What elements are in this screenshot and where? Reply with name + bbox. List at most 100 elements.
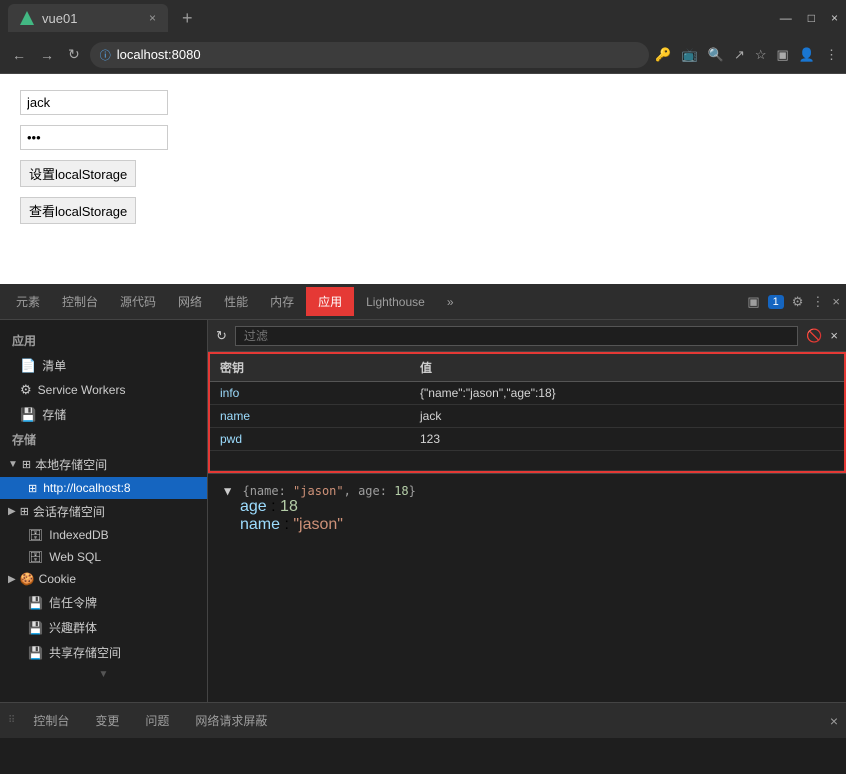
maximize-button[interactable]: □ (808, 11, 815, 25)
password-input[interactable] (20, 125, 168, 150)
address-box[interactable]: ⓘ localhost:8080 (90, 42, 650, 68)
refresh-button[interactable]: ↻ (64, 42, 84, 67)
address-text: localhost:8080 (117, 47, 201, 62)
sidebar-item-indexeddb[interactable]: 🗄 IndexedDB (0, 524, 207, 546)
forward-button[interactable]: → (36, 43, 58, 67)
new-tab-button[interactable]: + (176, 8, 199, 29)
bottom-tab-changes[interactable]: 变更 (83, 706, 131, 735)
profile-icon[interactable]: 👤 (799, 47, 815, 63)
bottom-close-icon[interactable]: × (830, 713, 838, 729)
bottom-tab-console[interactable]: 控制台 (21, 706, 81, 735)
local-storage-group[interactable]: ▼ ⊞ 本地存储空间 (0, 452, 207, 477)
preview-name-row: name : "jason" (240, 516, 830, 534)
get-localstorage-button[interactable]: 查看localStorage (20, 197, 136, 224)
tab-lighthouse[interactable]: Lighthouse (356, 289, 435, 315)
set-localstorage-button[interactable]: 设置localStorage (20, 160, 136, 187)
more-tabs-button[interactable]: » (437, 289, 464, 315)
name-input[interactable] (20, 90, 168, 115)
preview-age-key: age (240, 498, 267, 515)
sidebar-toggle-icon[interactable]: ▣ (777, 47, 789, 63)
sidebar-item-websql[interactable]: 🗄 Web SQL (0, 546, 207, 568)
cookie-group[interactable]: ▶ 🍪 Cookie (0, 568, 207, 590)
table-row[interactable]: name jack (210, 405, 844, 428)
preview-expanded: age : 18 name : "jason" (224, 498, 830, 534)
devtools-close-icon[interactable]: × (832, 294, 840, 309)
sidebar-item-localhost[interactable]: ⊞ http://localhost:8 (0, 477, 207, 499)
preview-name-string: "jason" (293, 516, 343, 533)
table-row[interactable]: pwd 123 (210, 428, 844, 451)
shared-icon: 💾 (28, 646, 43, 660)
local-storage-label: 本地存储空间 (35, 456, 107, 473)
sidebar-item-shared-storage[interactable]: 💾 共享存储空间 (0, 640, 207, 665)
preview-obj-label: {name: (242, 484, 293, 498)
cell-key-0: info (210, 382, 410, 404)
filter-refresh-button[interactable]: ↻ (216, 328, 227, 344)
filter-close-icon[interactable]: × (830, 328, 838, 343)
websql-icon: 🗄 (28, 550, 43, 564)
service-workers-icon: ⚙ (20, 382, 32, 398)
websql-label: Web SQL (49, 550, 101, 564)
share-icon: ↗ (734, 47, 745, 63)
col-value-header: 值 (410, 354, 442, 381)
trust-label: 信任令牌 (49, 594, 97, 611)
key-icon: 🔑 (655, 47, 671, 63)
indexeddb-icon: 🗄 (28, 528, 43, 542)
grid-icon: ⊞ (22, 458, 31, 471)
sidebar-storage-label: 存储 (42, 406, 66, 423)
cell-value-2: 123 (410, 428, 450, 450)
preview-obj-comma: , age: (344, 484, 395, 498)
tab-performance[interactable]: 性能 (214, 287, 258, 316)
tab-console[interactable]: 控制台 (52, 287, 108, 316)
filter-input[interactable] (235, 326, 798, 346)
devtools-dock-icon[interactable]: ▣ (747, 294, 759, 310)
table-row[interactable]: info {"name":"jason","age":18} (210, 382, 844, 405)
tab-title: vue01 (42, 11, 77, 26)
bottom-tab-issues[interactable]: 问题 (133, 706, 181, 735)
sidebar-item-storage[interactable]: 💾 存储 (0, 402, 207, 427)
sidebar-item-interest-groups[interactable]: 💾 兴趣群体 (0, 615, 207, 640)
back-button[interactable]: ← (8, 43, 30, 67)
tab-close-button[interactable]: × (149, 11, 156, 25)
grid-icon-small: ⊞ (28, 482, 37, 495)
preview-object: ▼ {name: "jason", age: 18} (224, 484, 830, 498)
app-section-title: 应用 (0, 328, 207, 353)
preview-toggle[interactable]: ▼ (224, 484, 231, 498)
close-button[interactable]: × (831, 11, 838, 25)
table-row-empty (210, 451, 844, 471)
devtools-panel: 元素 控制台 源代码 网络 性能 内存 应用 Lighthouse » ▣ 1 … (0, 284, 846, 738)
session-storage-group[interactable]: ▶ ⊞ 会话存储空间 (0, 499, 207, 524)
browser-tab[interactable]: vue01 × (8, 4, 168, 32)
tab-sources[interactable]: 源代码 (110, 287, 166, 316)
drag-handle: ⠿ (8, 715, 15, 726)
storage-section-title: 存储 (0, 427, 207, 452)
menu-icon[interactable]: ⋮ (825, 47, 838, 63)
shared-label: 共享存储空间 (49, 644, 121, 661)
preview-panel: ▼ {name: "jason", age: 18} age : 18 name… (208, 473, 846, 702)
page-content: 设置localStorage 查看localStorage (0, 74, 846, 284)
devtools-sidebar: 应用 📄 清单 ⚙ Service Workers 💾 存储 存储 ▼ ⊞ 本地… (0, 320, 208, 702)
sidebar-sw-label: Service Workers (38, 383, 126, 397)
bottom-tab-network-block[interactable]: 网络请求屏蔽 (183, 706, 279, 735)
cookie-icon: 🍪 (20, 572, 35, 586)
tab-memory[interactable]: 内存 (260, 287, 304, 316)
col-key-header: 密钥 (210, 354, 410, 381)
cell-value-0: {"name":"jason","age":18} (410, 382, 566, 404)
tab-elements[interactable]: 元素 (6, 287, 50, 316)
interest-label: 兴趣群体 (49, 619, 97, 636)
preview-age-val-inline: 18 (394, 484, 408, 498)
devtools-icons: ▣ 1 ⚙ ⋮ × (747, 294, 840, 310)
devtools-more-icon[interactable]: ⋮ (811, 294, 824, 310)
tab-application[interactable]: 应用 (306, 287, 354, 316)
sidebar-item-manifest[interactable]: 📄 清单 (0, 353, 207, 378)
address-bar: ← → ↻ ⓘ localhost:8080 🔑 📺 🔍 ↗ ☆ ▣ 👤 ⋮ (0, 36, 846, 74)
filter-block-icon[interactable]: 🚫 (806, 328, 822, 344)
sidebar-item-service-workers[interactable]: ⚙ Service Workers (0, 378, 207, 402)
bookmark-icon: ☆ (755, 47, 767, 63)
tab-network[interactable]: 网络 (168, 287, 212, 316)
manifest-icon: 📄 (20, 358, 36, 374)
minimize-button[interactable]: — (780, 11, 792, 25)
sidebar-item-trust-tokens[interactable]: 💾 信任令牌 (0, 590, 207, 615)
devtools-main: ↻ 🚫 × 密钥 值 info {"name":"jason","age":18… (208, 320, 846, 702)
devtools-settings-icon[interactable]: ⚙ (792, 294, 804, 310)
table-header: 密钥 值 (210, 354, 844, 382)
